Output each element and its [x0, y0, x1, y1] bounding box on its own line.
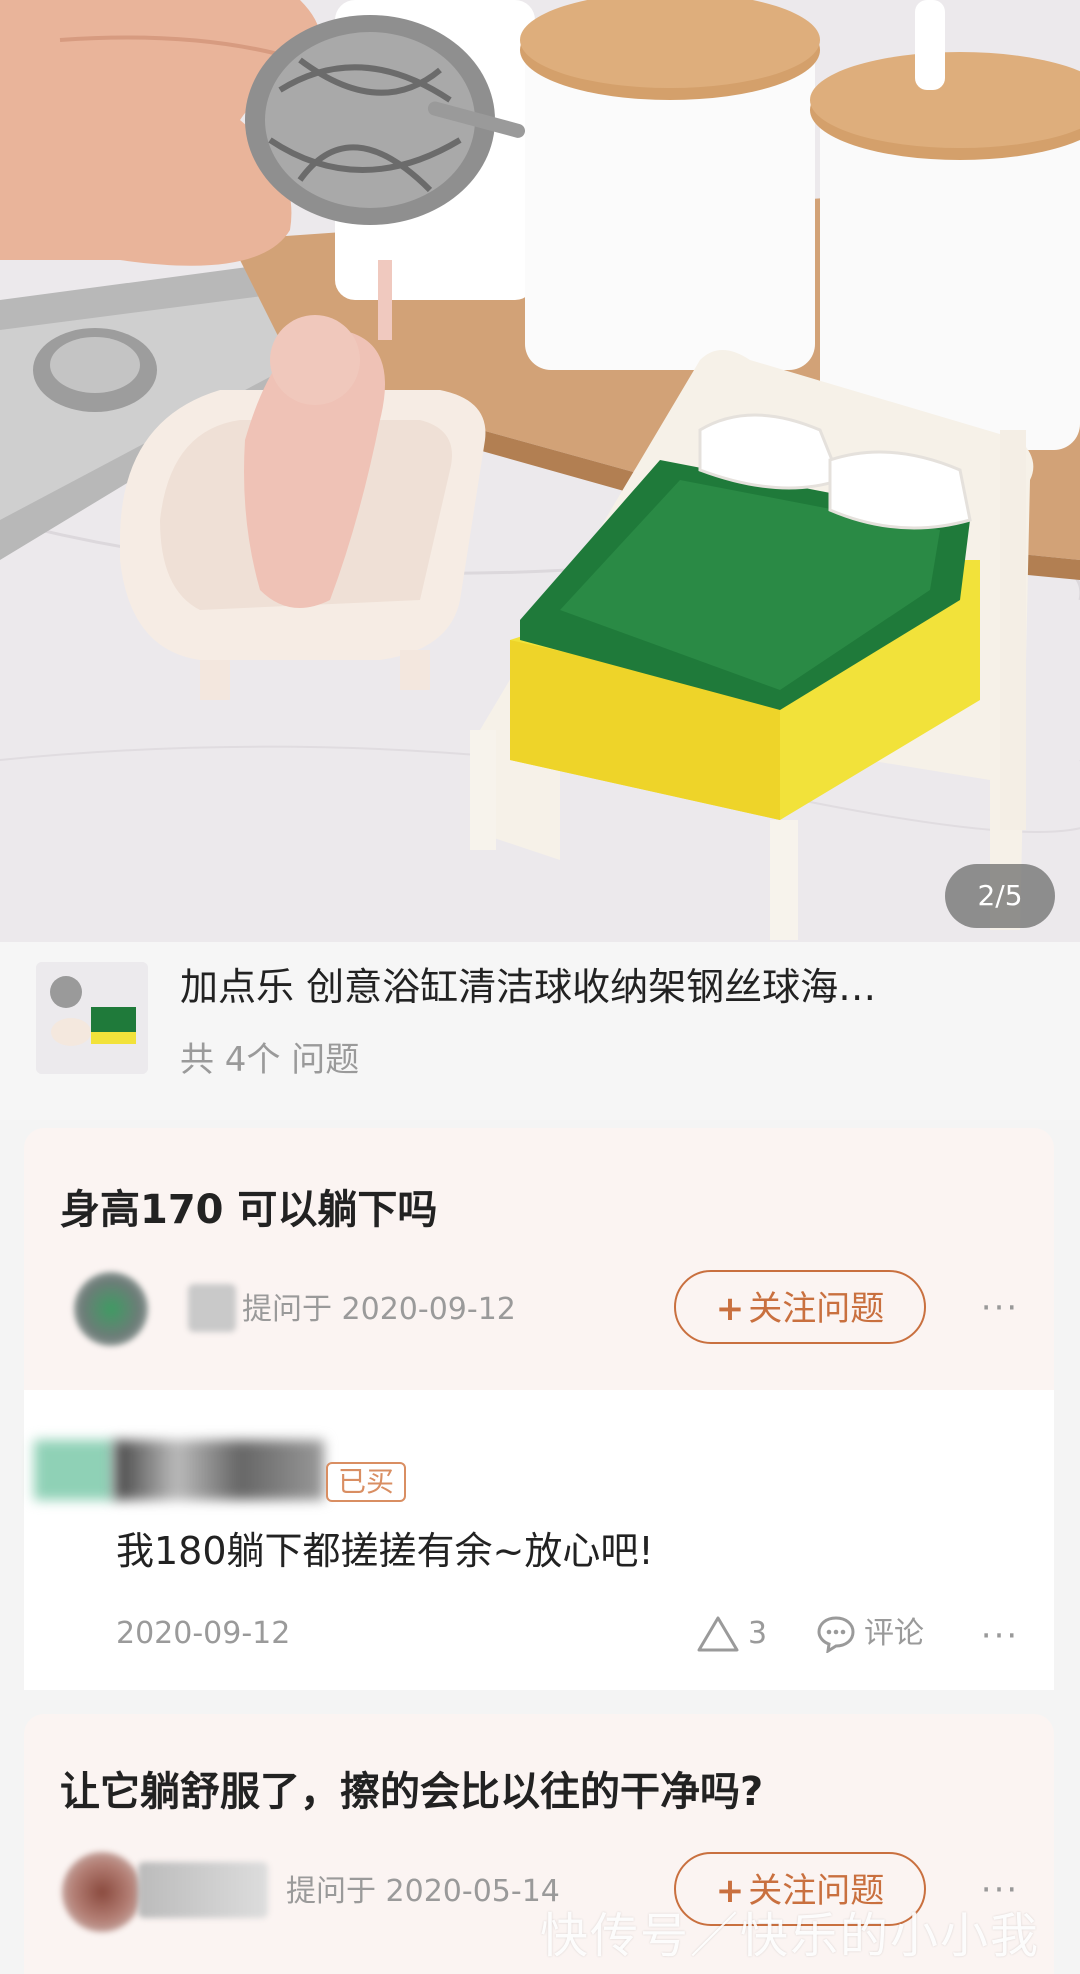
comment-label: 评论 [864, 1616, 924, 1651]
plus-icon: + [715, 1289, 745, 1329]
more-options-icon[interactable]: ··· [970, 1288, 1030, 1328]
watermark: 快传号／快乐的小小我 [540, 1908, 1041, 1964]
product-title[interactable]: 加点乐 创意浴缸清洁球收纳架钢丝球海… [180, 962, 1040, 1012]
asked-date: 提问于 2020-09-12 [242, 1292, 516, 1327]
purchased-badge: 已买 [326, 1462, 407, 1502]
product-photo [0, 0, 1080, 942]
like-count: 3 [748, 1616, 768, 1651]
answer-more-icon[interactable]: ··· [970, 1616, 1030, 1656]
avatar [74, 1272, 148, 1346]
product-thumbnail[interactable] [36, 962, 148, 1074]
answer-date: 2020-09-12 [116, 1616, 291, 1651]
asker-name-blurred [188, 1284, 236, 1332]
product-header[interactable]: 加点乐 创意浴缸清洁球收纳架钢丝球海… 共 4个 问题 [0, 942, 1080, 1120]
answer-text[interactable]: 我180躺下都搓搓有余~放心吧! [116, 1526, 654, 1576]
answerer-name-blurred [114, 1440, 324, 1500]
product-image-gallery[interactable]: 2/5 [0, 0, 1080, 942]
like-button[interactable]: 3 [696, 1614, 767, 1654]
question-count: 共 4个 问题 [180, 1040, 360, 1080]
comment-icon [817, 1616, 855, 1653]
question-title[interactable]: 身高170 可以躺下吗 [60, 1182, 437, 1238]
asked-date: 提问于 2020-05-14 [286, 1874, 560, 1909]
question-title[interactable]: 让它躺舒服了，擦的会比以往的干净吗? [60, 1764, 763, 1820]
asker-name-blurred [138, 1862, 268, 1918]
question-card[interactable]: 身高170 可以躺下吗 提问于 2020-09-12 + 关注问题 ··· [24, 1128, 1054, 1390]
thumb-up-icon [697, 1616, 739, 1652]
comment-button[interactable]: 评论 [816, 1614, 924, 1654]
answerer-avatar [34, 1440, 114, 1500]
answer-card[interactable]: 已买 我180躺下都搓搓有余~放心吧! 2020-09-12 3 评论 ··· [24, 1390, 1054, 1690]
avatar [62, 1852, 142, 1932]
image-page-indicator: 2/5 [945, 864, 1055, 928]
follow-question-button[interactable]: + 关注问题 [674, 1270, 926, 1344]
